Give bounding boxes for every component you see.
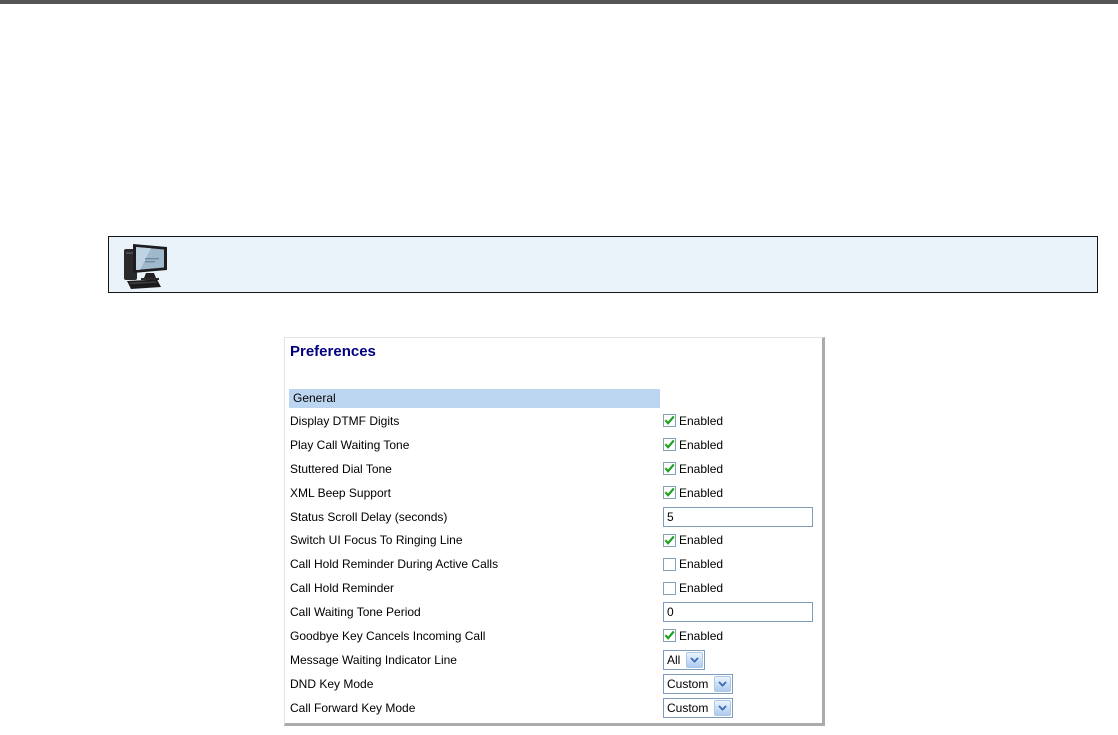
top-divider-bar — [0, 0, 1118, 4]
setting-label: Call Forward Key Mode — [290, 700, 416, 715]
setting-control: Enabled — [663, 581, 723, 595]
check-icon — [664, 631, 675, 641]
setting-control: Enabled — [663, 557, 723, 571]
setting-row-call-hold-reminder-during-active-calls: Call Hold Reminder During Active Calls En… — [285, 552, 822, 576]
checkbox-caption: Enabled — [679, 437, 724, 452]
check-icon — [664, 535, 675, 545]
checked-checkbox[interactable] — [663, 414, 676, 428]
unchecked-checkbox[interactable] — [663, 581, 676, 595]
setting-label: Switch UI Focus To Ringing Line — [290, 533, 463, 548]
setting-control: Enabled — [663, 533, 723, 547]
setting-control: Custom — [663, 697, 734, 718]
checkbox-caption: Enabled — [679, 628, 724, 643]
settings-rows: Display DTMF Digits Enabled Play Call Wait… — [285, 409, 822, 720]
checked-checkbox[interactable] — [663, 438, 676, 452]
select-message-waiting-indicator-line[interactable]: All — [663, 649, 706, 670]
section-header-general: General — [289, 389, 660, 408]
page: Preferences General Display DTMF Digits E… — [0, 0, 1118, 735]
setting-label: Play Call Waiting Tone — [290, 437, 410, 452]
checkbox-caption: Enabled — [679, 533, 724, 548]
setting-label: Call Waiting Tone Period — [290, 605, 421, 620]
setting-label: Message Waiting Indicator Line — [290, 652, 457, 667]
setting-row-call-waiting-tone-period: Call Waiting Tone Period — [285, 600, 822, 624]
checkbox-caption: Enabled — [679, 485, 724, 500]
check-icon — [664, 487, 675, 497]
note-banner — [108, 236, 1098, 293]
checkbox-caption: Enabled — [679, 581, 724, 596]
setting-control — [663, 602, 813, 623]
text-input-status-scroll-delay-seconds[interactable] — [663, 506, 813, 527]
setting-row-status-scroll-delay-seconds: Status Scroll Delay (seconds) — [285, 505, 822, 529]
setting-row-xml-beep-support: XML Beep Support Enabled — [285, 481, 822, 505]
setting-row-dnd-key-mode: DND Key Mode Custom — [285, 672, 822, 696]
select-value: All — [667, 652, 681, 667]
select-value: Custom — [667, 700, 709, 715]
setting-row-goodbye-key-cancels-incoming-call: Goodbye Key Cancels Incoming Call Enabled — [285, 624, 822, 648]
setting-label: Call Hold Reminder — [290, 581, 395, 596]
chevron-down-icon[interactable] — [714, 675, 732, 692]
checked-checkbox[interactable] — [663, 462, 676, 476]
text-input-call-waiting-tone-period[interactable] — [663, 602, 813, 623]
setting-control: Enabled — [663, 414, 723, 428]
setting-row-call-hold-reminder: Call Hold Reminder Enabled — [285, 576, 822, 600]
setting-row-display-dtmf-digits: Display DTMF Digits Enabled — [285, 409, 822, 433]
setting-row-switch-ui-focus-to-ringing-line: Switch UI Focus To Ringing Line Enabled — [285, 528, 822, 552]
chevron-down-icon[interactable] — [714, 699, 732, 716]
setting-control: Enabled — [663, 629, 723, 643]
setting-control: Enabled — [663, 438, 723, 452]
setting-row-message-waiting-indicator-line: Message Waiting Indicator Line All — [285, 648, 822, 672]
checkbox-caption: Enabled — [679, 461, 724, 476]
check-icon — [664, 440, 675, 450]
checkbox-caption: Enabled — [679, 557, 724, 572]
preferences-panel: Preferences General Display DTMF Digits E… — [284, 337, 825, 726]
check-icon — [664, 463, 675, 474]
page-title: Preferences — [290, 343, 376, 360]
setting-row-stuttered-dial-tone: Stuttered Dial Tone Enabled — [285, 457, 822, 481]
check-icon — [664, 416, 675, 426]
setting-label: Stuttered Dial Tone — [290, 461, 392, 476]
setting-control — [663, 506, 813, 527]
setting-row-play-call-waiting-tone: Play Call Waiting Tone Enabled — [285, 433, 822, 457]
unchecked-checkbox[interactable] — [663, 557, 676, 571]
checkbox-caption: Enabled — [679, 413, 724, 428]
checked-checkbox[interactable] — [663, 486, 676, 500]
checked-checkbox[interactable] — [663, 533, 676, 547]
select-value: Custom — [667, 676, 709, 691]
setting-control: Enabled — [663, 462, 723, 476]
setting-label: Goodbye Key Cancels Incoming Call — [290, 628, 486, 643]
checked-checkbox[interactable] — [663, 629, 676, 643]
setting-control: Enabled — [663, 486, 723, 500]
computer-icon — [124, 244, 167, 289]
setting-label: Display DTMF Digits — [290, 413, 400, 428]
chevron-down-icon[interactable] — [686, 651, 704, 668]
setting-control: Custom — [663, 673, 734, 694]
setting-control: All — [663, 649, 706, 670]
setting-label: DND Key Mode — [290, 676, 374, 691]
setting-label: XML Beep Support — [290, 485, 391, 500]
setting-label: Status Scroll Delay (seconds) — [290, 509, 448, 524]
select-dnd-key-mode[interactable]: Custom — [663, 673, 734, 694]
setting-row-call-forward-key-mode: Call Forward Key Mode Custom — [285, 696, 822, 720]
select-call-forward-key-mode[interactable]: Custom — [663, 697, 734, 718]
setting-label: Call Hold Reminder During Active Calls — [290, 557, 499, 572]
